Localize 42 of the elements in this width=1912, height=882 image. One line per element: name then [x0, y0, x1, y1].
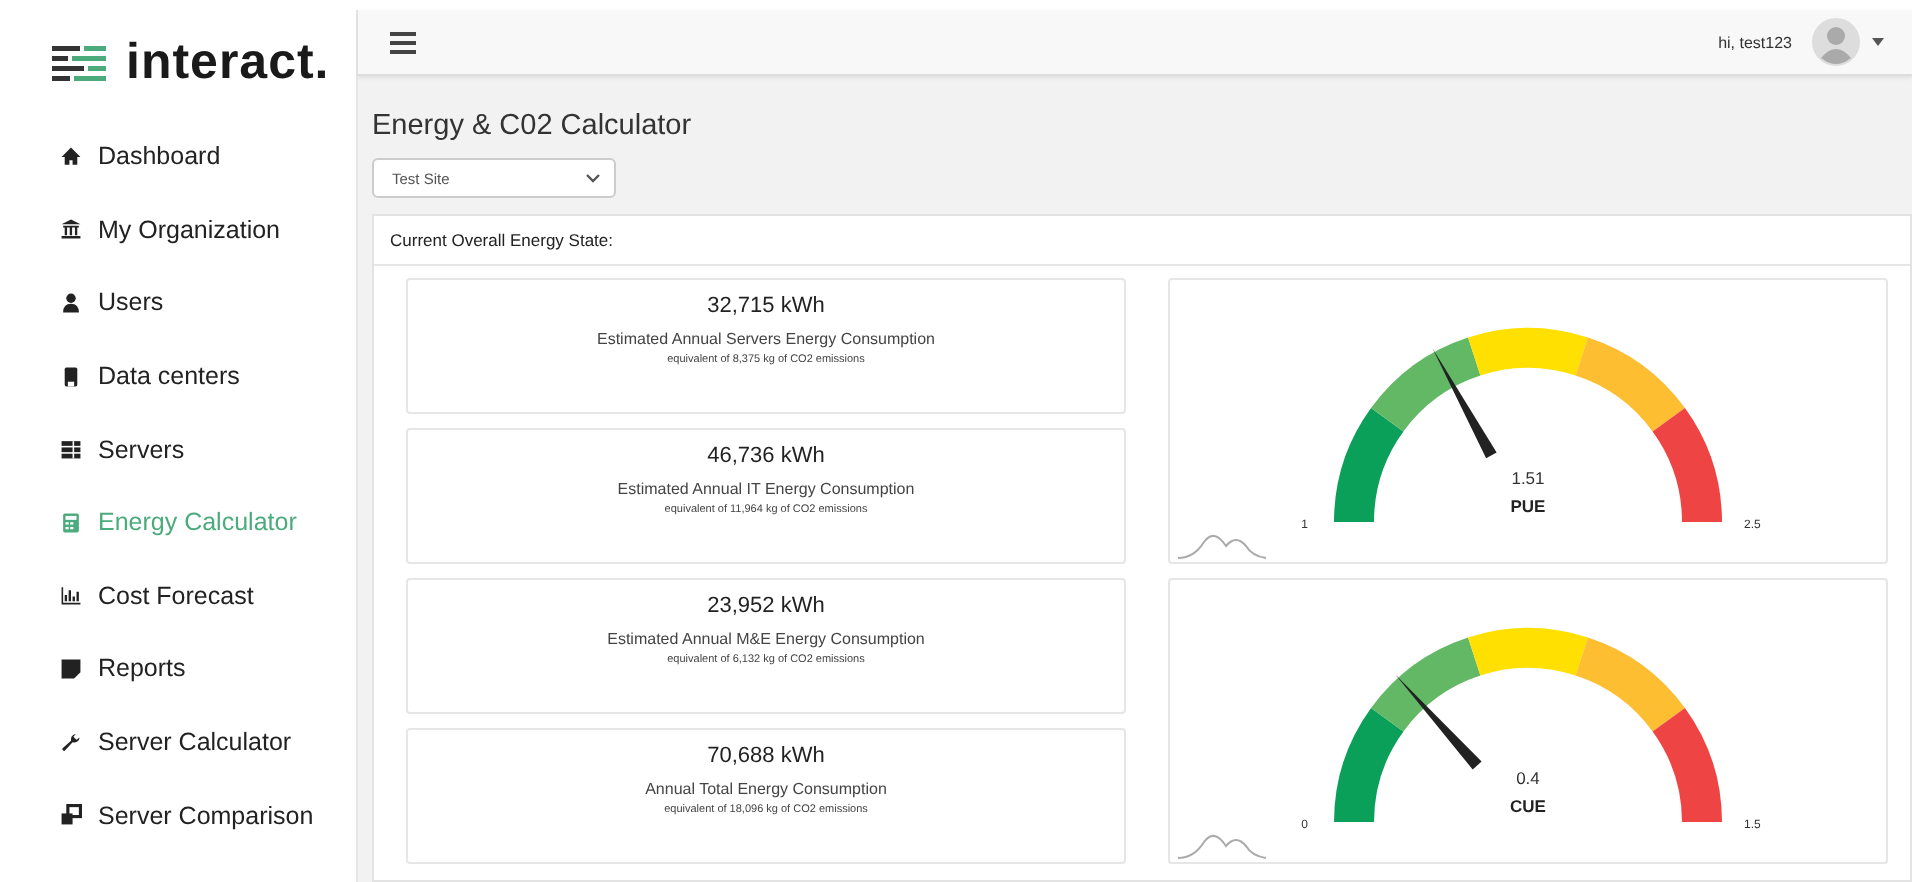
sidebar-item[interactable]: Cost Forecast	[0, 559, 356, 633]
nav-icon	[60, 365, 82, 388]
nav-icon	[60, 218, 82, 241]
gauge-reading: 0.4	[1516, 768, 1540, 788]
nav-icon	[60, 804, 82, 827]
gauge-reading: 1.51	[1511, 468, 1545, 488]
page-title: Energy & C02 Calculator	[372, 110, 694, 142]
energy-value: 70,688 kWh	[707, 744, 825, 768]
sidebar-item[interactable]: My Organization	[0, 193, 356, 267]
energy-value: 32,715 kWh	[707, 294, 825, 318]
nav-icon	[60, 291, 82, 314]
sidebar-item[interactable]: Servers	[0, 412, 356, 486]
waves-icon	[1177, 534, 1267, 559]
energy-value: 46,736 kWh	[707, 444, 825, 468]
sidebar-item[interactable]: Reports	[0, 632, 356, 706]
logo-icon	[52, 43, 108, 83]
energy-label: Estimated Annual M&E Energy Consumption	[607, 630, 925, 648]
sidebar-item[interactable]: Data centers	[0, 339, 356, 413]
brand-name: interact.	[126, 34, 330, 92]
energy-label: Estimated Annual Servers Energy Consumption	[597, 330, 935, 348]
waves-icon	[1177, 834, 1267, 859]
nav-icon	[60, 731, 82, 754]
nav-icon	[60, 438, 82, 461]
caret-icon[interactable]	[1872, 38, 1884, 46]
gauge-label: CUE	[1510, 796, 1546, 816]
gauge-needle	[1432, 348, 1497, 459]
nav-icon	[60, 584, 82, 607]
nav-icon	[60, 511, 82, 534]
user-greeting: hi, test123	[1718, 33, 1792, 51]
nav-icon	[60, 145, 82, 168]
nav-icon	[60, 657, 82, 680]
energy-label: Estimated Annual IT Energy Consumption	[617, 480, 915, 498]
panel-title: Current Overall Energy State:	[374, 216, 1910, 266]
sidebar-item[interactable]: Dashboard	[0, 120, 356, 194]
gauge-label: PUE	[1510, 496, 1546, 516]
energy-value: 23,952 kWh	[707, 594, 825, 618]
sidebar-item[interactable]: Users	[0, 266, 356, 340]
sidebar-item[interactable]: Server Calculator	[0, 705, 356, 779]
energy-label: Annual Total Energy Consumption	[645, 780, 887, 798]
chevron-icon	[586, 173, 600, 183]
sidebar-item[interactable]: Server Comparison	[0, 778, 356, 852]
gauge-needle	[1395, 674, 1482, 770]
